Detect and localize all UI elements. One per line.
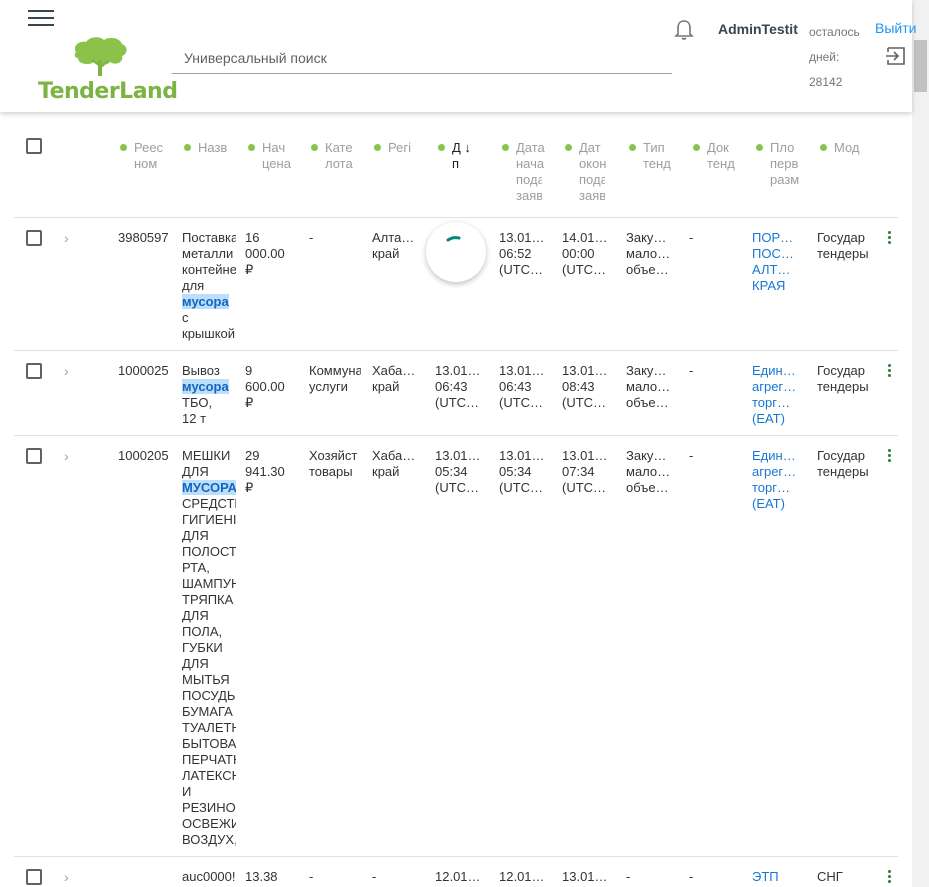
vertical-scrollbar[interactable] xyxy=(912,0,929,887)
col-name[interactable]: Назв xyxy=(184,140,238,156)
col-date-published[interactable]: Д ↓ п xyxy=(438,140,492,172)
col-platform[interactable]: Пло перв разм xyxy=(756,140,810,188)
status-dot-icon xyxy=(311,144,318,151)
platform-link[interactable]: Един… агрег… торг… (ЕАТ) xyxy=(752,363,804,427)
status-dot-icon xyxy=(374,144,381,151)
status-dot-icon xyxy=(502,144,509,151)
col-module[interactable]: Мод xyxy=(820,140,874,156)
status-dot-icon xyxy=(248,144,255,151)
table-row[interactable]: › auc0000! 13.38 - - 12.01… 12.01… 13.01… xyxy=(14,857,898,887)
chevron-right-icon[interactable]: › xyxy=(64,363,78,379)
bell-icon[interactable] xyxy=(674,19,694,41)
chevron-right-icon[interactable]: › xyxy=(64,869,78,885)
tender-name[interactable]: Поставка металли контейне для мусора с к… xyxy=(182,230,236,342)
table-row[interactable]: › 1000205 МЕШКИ ДЛЯ МУСОРА СРЕДСТВ ГИГИЕ… xyxy=(14,436,898,857)
more-options-icon[interactable] xyxy=(886,449,892,465)
scrollbar-thumb[interactable] xyxy=(914,40,927,92)
tender-name[interactable]: МЕШКИ ДЛЯ МУСОРА СРЕДСТВ ГИГИЕНІ ДЛЯ ПОЛ… xyxy=(182,448,236,848)
logo[interactable]: TenderLand xyxy=(38,34,178,104)
logout-link[interactable]: Выйти xyxy=(875,20,916,36)
spinner-icon xyxy=(446,236,461,242)
more-options-icon[interactable] xyxy=(886,231,892,247)
tree-logo-icon xyxy=(74,37,127,76)
chevron-right-icon[interactable]: › xyxy=(64,230,78,246)
row-checkbox[interactable] xyxy=(26,869,42,885)
days-left-label-2: дней: xyxy=(809,50,840,64)
more-options-icon[interactable] xyxy=(886,364,892,380)
row-checkbox[interactable] xyxy=(26,230,42,246)
col-documents[interactable]: Док тенд xyxy=(693,140,747,172)
app-header: TenderLand Универсальный поиск AdminTest… xyxy=(0,0,916,112)
more-options-icon[interactable] xyxy=(886,870,892,886)
status-dot-icon xyxy=(693,144,700,151)
col-date-start[interactable]: Дата нача пода заяв xyxy=(502,140,556,204)
search-input[interactable]: Универсальный поиск xyxy=(172,44,672,74)
tender-name[interactable]: Вывоз мусора ТБО, 12 т xyxy=(182,363,236,427)
platform-link[interactable]: Един… агрег… торг… (ЕАТ) xyxy=(752,448,804,512)
status-dot-icon xyxy=(629,144,636,151)
platform-link[interactable]: ПОР… ПОС… АЛТ… КРАЯ xyxy=(752,230,804,294)
days-left: осталось дней: 28142 xyxy=(809,20,869,95)
table-row[interactable]: › 1000025 Вывоз мусора ТБО, 12 т 9 600.0… xyxy=(14,351,898,436)
status-dot-icon xyxy=(184,144,191,151)
user-name[interactable]: AdminTestit xyxy=(718,21,798,37)
chevron-right-icon[interactable]: › xyxy=(64,448,78,464)
logo-text: TenderLand xyxy=(38,79,178,104)
col-price[interactable]: Нач цена xyxy=(248,140,300,172)
status-dot-icon xyxy=(756,144,763,151)
row-checkbox[interactable] xyxy=(26,363,42,379)
select-all-checkbox[interactable] xyxy=(26,138,42,154)
status-dot-icon xyxy=(120,144,127,151)
loading-spinner xyxy=(426,222,486,282)
days-left-label-1: осталось xyxy=(809,25,860,39)
col-category[interactable]: Кате лота xyxy=(311,140,365,172)
col-region[interactable]: Регі xyxy=(374,140,428,156)
menu-icon[interactable] xyxy=(28,10,54,30)
platform-link[interactable]: ЭТП xyxy=(752,869,804,885)
table-header: Реес ном Назв Нач цена Кате лота Регі Д … xyxy=(14,112,898,218)
days-left-value: 28142 xyxy=(809,75,843,89)
col-reg-number[interactable]: Реес ном xyxy=(120,140,172,172)
col-date-end[interactable]: Дат окон пода заяв xyxy=(565,140,619,204)
col-tender-type[interactable]: Тип тенд xyxy=(629,140,683,172)
row-checkbox[interactable] xyxy=(26,448,42,464)
exit-icon[interactable] xyxy=(886,46,906,66)
status-dot-icon xyxy=(565,144,572,151)
tender-name[interactable]: auc0000! xyxy=(182,869,236,885)
status-dot-icon xyxy=(438,144,445,151)
status-dot-icon xyxy=(820,144,827,151)
